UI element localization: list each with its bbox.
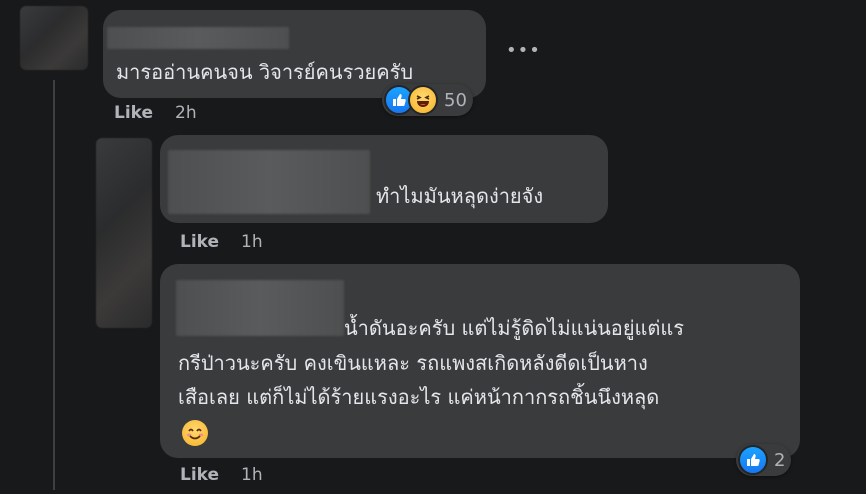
like-button[interactable]: Like xyxy=(180,232,219,252)
comment-text: มารออ่านคนจน วิจารย์คนรวยครับ xyxy=(116,60,414,84)
like-button[interactable]: Like xyxy=(180,465,219,485)
timestamp[interactable]: 2h xyxy=(175,103,197,123)
reaction-summary[interactable]: 50 xyxy=(382,84,473,116)
timestamp[interactable]: 1h xyxy=(241,232,263,252)
like-button[interactable]: Like xyxy=(114,103,153,123)
timestamp[interactable]: 1h xyxy=(241,465,263,485)
avatar[interactable] xyxy=(20,6,88,70)
thread-connector xyxy=(53,80,55,490)
comment-text-line: เสือเลย แต่ก็ไม่ได้ร้ายแรงอะไร แค่หน้ากา… xyxy=(178,385,660,409)
comment-text-line: กรีป่าวนะครับ คงเขินแหละ รถแพงสเกิดหลังด… xyxy=(178,351,648,375)
comment-text: ทำไมมันหลุดง่ายจัง xyxy=(376,184,544,208)
smile-emoji-icon xyxy=(182,420,208,446)
commenter-name-blurred[interactable] xyxy=(168,150,370,214)
haha-reaction-icon xyxy=(408,85,438,115)
more-options-icon[interactable]: ••• xyxy=(506,40,541,61)
comment-meta: Like 2h xyxy=(114,103,197,123)
commenter-name-blurred[interactable] xyxy=(176,280,344,336)
comment-meta: Like 1h xyxy=(180,465,263,485)
reaction-summary[interactable]: 2 xyxy=(736,444,792,476)
comment-text-line: น้ำดันอะครับ แต่ไม่รู้ดิดไม่แน่นอยู่แต่แ… xyxy=(344,316,685,340)
commenter-name-blurred[interactable] xyxy=(107,27,289,49)
like-reaction-icon xyxy=(738,445,768,475)
reaction-count: 50 xyxy=(444,89,467,111)
comment-meta: Like 1h xyxy=(180,232,263,252)
avatar[interactable] xyxy=(96,138,152,328)
reaction-count: 2 xyxy=(774,449,786,471)
